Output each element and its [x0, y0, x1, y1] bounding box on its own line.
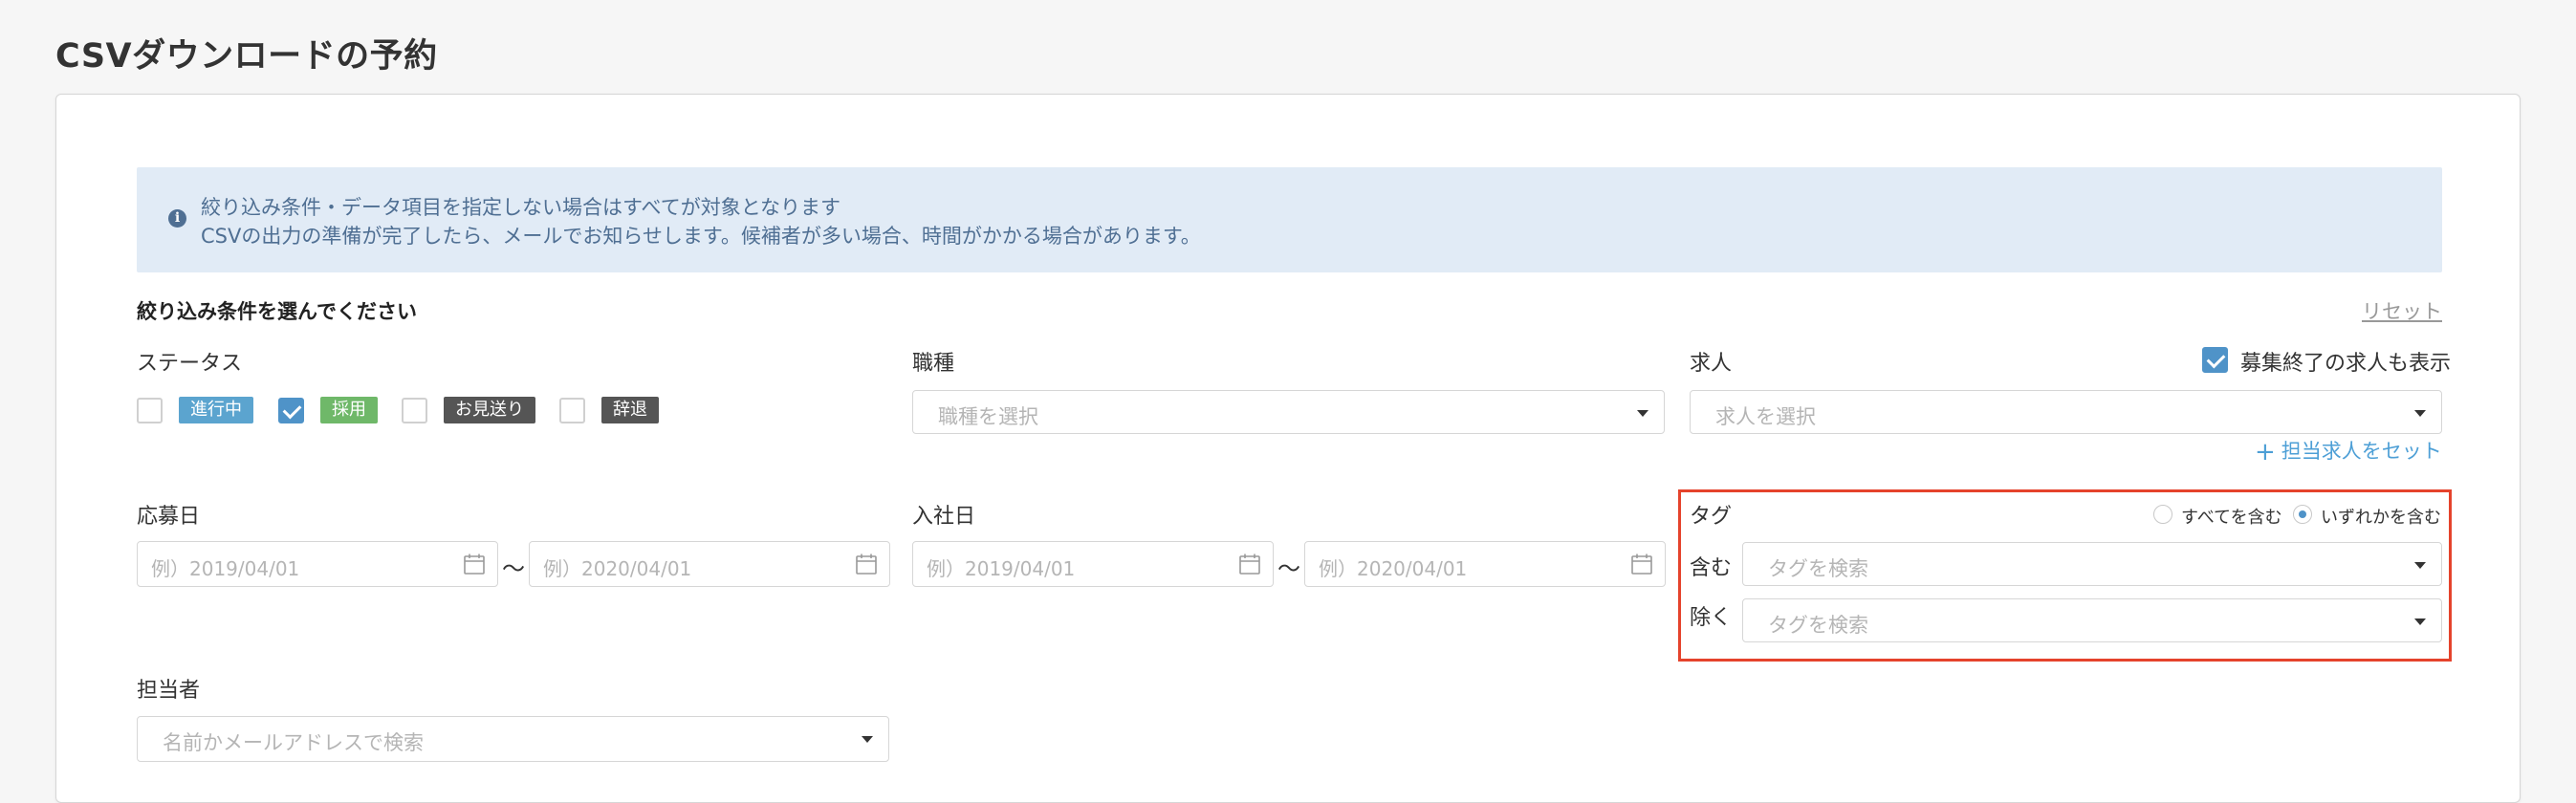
tags-exclude-placeholder: タグを検索: [1768, 614, 1868, 637]
calendar-icon: [464, 553, 485, 575]
tags-exclude-label: 除く: [1690, 606, 1733, 630]
assign-jobs-link[interactable]: + 担当求人をセット: [2255, 436, 2442, 467]
date-range-separator: 〜: [502, 555, 525, 582]
tags-include-select[interactable]: タグを検索: [1742, 542, 2442, 586]
date-placeholder: 例）2020/04/01: [543, 557, 692, 580]
status-badge-in-progress: 進行中: [179, 397, 253, 423]
tags-match-all-label: すべてを含む: [2181, 508, 2282, 528]
notice-line-2: CSVの出力の準備が完了したら、メールでお知らせします。候補者が多い場合、時間が…: [201, 225, 1201, 248]
status-badge-declined: 辞退: [601, 397, 659, 423]
tags-label: タグ: [1690, 505, 1733, 529]
assignee-placeholder: 名前かメールアドレスで検索: [163, 731, 424, 754]
assignee-label: 担当者: [137, 679, 201, 703]
status-label: ステータス: [137, 352, 243, 376]
caret-down-icon: [2414, 410, 2426, 417]
filter-heading: 絞り込み条件を選んでください: [137, 300, 417, 323]
joined-date-from-input[interactable]: 例）2019/04/01: [912, 541, 1274, 587]
job-label: 求人: [1690, 352, 1733, 376]
date-placeholder: 例）2019/04/01: [151, 557, 300, 580]
status-checkbox-rejected[interactable]: [402, 398, 427, 423]
date-placeholder: 例）2020/04/01: [1319, 557, 1468, 580]
calendar-icon: [1631, 553, 1652, 575]
info-notice: i 絞り込み条件・データ項目を指定しない場合はすべてが対象となります CSVの出…: [137, 167, 2442, 272]
job-placeholder: 求人を選択: [1715, 405, 1816, 428]
status-checkbox-declined[interactable]: [559, 398, 585, 423]
tags-include-label: 含む: [1690, 556, 1733, 580]
tags-exclude-select[interactable]: タグを検索: [1742, 598, 2442, 642]
show-closed-jobs-checkbox[interactable]: [2202, 347, 2228, 373]
plus-icon: +: [2255, 438, 2276, 467]
job-select[interactable]: 求人を選択: [1690, 390, 2442, 434]
tags-match-any-radio[interactable]: [2293, 505, 2312, 524]
job-type-placeholder: 職種を選択: [938, 405, 1038, 428]
status-badge-hired: 採用: [320, 397, 378, 423]
caret-down-icon: [2414, 562, 2426, 569]
joined-date-label: 入社日: [912, 505, 976, 529]
applied-date-to-input[interactable]: 例）2020/04/01: [529, 541, 890, 587]
show-closed-jobs-label: 募集終了の求人も表示: [2240, 352, 2452, 376]
tags-match-any-label: いずれかを含む: [2321, 508, 2441, 528]
tags-include-placeholder: タグを検索: [1768, 557, 1868, 580]
notice-line-1: 絞り込み条件・データ項目を指定しない場合はすべてが対象となります: [201, 196, 841, 219]
job-type-label: 職種: [912, 352, 955, 376]
tags-match-all-radio[interactable]: [2153, 505, 2172, 524]
date-placeholder: 例）2019/04/01: [927, 557, 1076, 580]
assign-jobs-label: 担当求人をセット: [2281, 440, 2442, 463]
date-range-separator: 〜: [1277, 555, 1300, 582]
applied-date-from-input[interactable]: 例）2019/04/01: [137, 541, 498, 587]
caret-down-icon: [862, 736, 873, 743]
status-checkbox-in-progress[interactable]: [137, 398, 163, 423]
status-checkbox-hired[interactable]: [278, 398, 304, 423]
reset-link[interactable]: リセット: [2362, 296, 2442, 325]
applied-date-label: 応募日: [137, 505, 201, 529]
assignee-select[interactable]: 名前かメールアドレスで検索: [137, 716, 889, 762]
caret-down-icon: [1637, 410, 1648, 417]
page-title: CSVダウンロードの予約: [55, 37, 438, 76]
info-icon: i: [168, 209, 186, 228]
calendar-icon: [856, 553, 877, 575]
joined-date-to-input[interactable]: 例）2020/04/01: [1304, 541, 1666, 587]
caret-down-icon: [2414, 619, 2426, 625]
status-badge-rejected: お見送り: [444, 397, 535, 423]
job-type-select[interactable]: 職種を選択: [912, 390, 1665, 434]
calendar-icon: [1239, 553, 1260, 575]
